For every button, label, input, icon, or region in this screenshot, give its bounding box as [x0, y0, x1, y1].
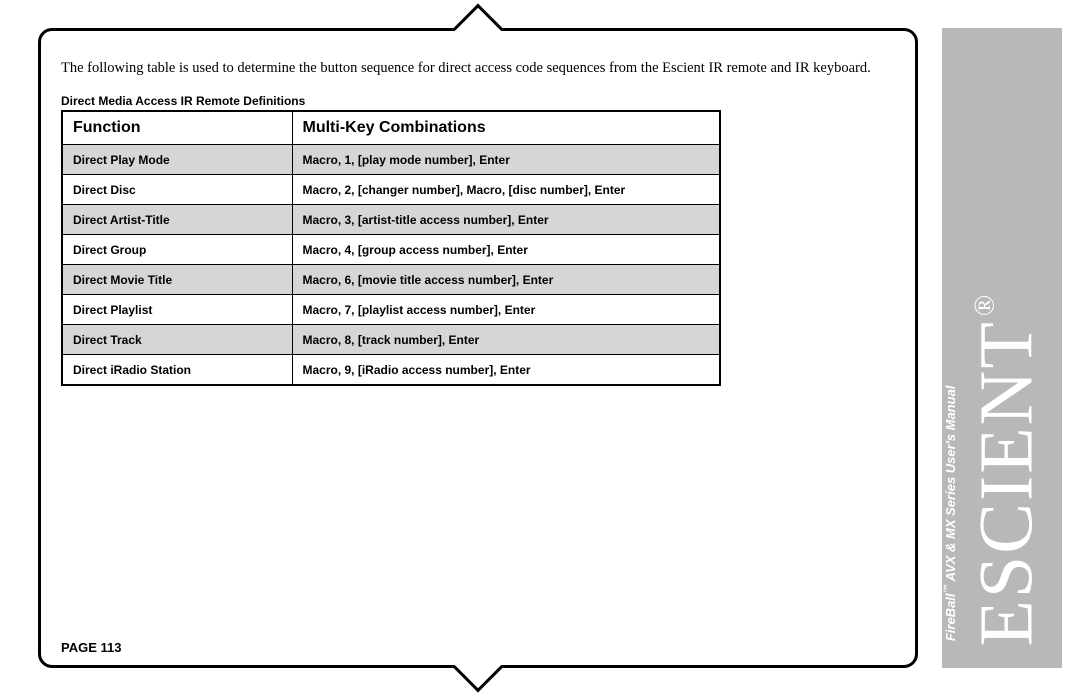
- definitions-table: Function Multi-Key Combinations Direct P…: [61, 110, 721, 386]
- cell-combo: Macro, 1, [play mode number], Enter: [292, 145, 720, 175]
- header-function: Function: [62, 111, 292, 145]
- manual-prefix: FireBall: [943, 593, 958, 641]
- table-row: Direct Artist-Title Macro, 3, [artist-ti…: [62, 205, 720, 235]
- registered-icon: ®: [970, 293, 1001, 316]
- table-row: Direct Playlist Macro, 7, [playlist acce…: [62, 295, 720, 325]
- page-frame: The following table is used to determine…: [38, 28, 918, 668]
- cell-function: Direct Play Mode: [62, 145, 292, 175]
- brand-logo-text: ESCIENT ®: [964, 87, 1051, 647]
- cell-combo: Macro, 2, [changer number], Macro, [disc…: [292, 175, 720, 205]
- side-brand-band: ESCIENT ® FireBall™ AVX & MX Series User'…: [942, 28, 1062, 668]
- table-row: Direct Disc Macro, 2, [changer number], …: [62, 175, 720, 205]
- table-row: Direct Group Macro, 4, [group access num…: [62, 235, 720, 265]
- cell-function: Direct iRadio Station: [62, 355, 292, 385]
- table-row: Direct iRadio Station Macro, 9, [iRadio …: [62, 355, 720, 385]
- table-row: Direct Movie Title Macro, 6, [movie titl…: [62, 265, 720, 295]
- cell-combo: Macro, 7, [playlist access number], Ente…: [292, 295, 720, 325]
- header-combinations: Multi-Key Combinations: [292, 111, 720, 145]
- bottom-notch: [453, 642, 504, 693]
- trademark-icon: ™: [942, 584, 952, 593]
- top-notch: [453, 4, 504, 55]
- cell-function: Direct Track: [62, 325, 292, 355]
- cell-combo: Macro, 9, [iRadio access number], Enter: [292, 355, 720, 385]
- cell-function: Direct Playlist: [62, 295, 292, 325]
- cell-combo: Macro, 4, [group access number], Enter: [292, 235, 720, 265]
- page-number: PAGE 113: [61, 640, 121, 655]
- cell-function: Direct Group: [62, 235, 292, 265]
- cell-combo: Macro, 8, [track number], Enter: [292, 325, 720, 355]
- manual-title: FireBall™ AVX & MX Series User's Manual: [942, 321, 958, 641]
- manual-suffix: AVX & MX Series User's Manual: [943, 386, 958, 585]
- table-caption: Direct Media Access IR Remote Definition…: [61, 94, 895, 108]
- cell-combo: Macro, 6, [movie title access number], E…: [292, 265, 720, 295]
- cell-function: Direct Disc: [62, 175, 292, 205]
- table-row: Direct Play Mode Macro, 1, [play mode nu…: [62, 145, 720, 175]
- cell-function: Direct Movie Title: [62, 265, 292, 295]
- intro-paragraph: The following table is used to determine…: [61, 59, 895, 78]
- cell-function: Direct Artist-Title: [62, 205, 292, 235]
- table-row: Direct Track Macro, 8, [track number], E…: [62, 325, 720, 355]
- brand-name: ESCIENT: [965, 320, 1049, 646]
- cell-combo: Macro, 3, [artist-title access number], …: [292, 205, 720, 235]
